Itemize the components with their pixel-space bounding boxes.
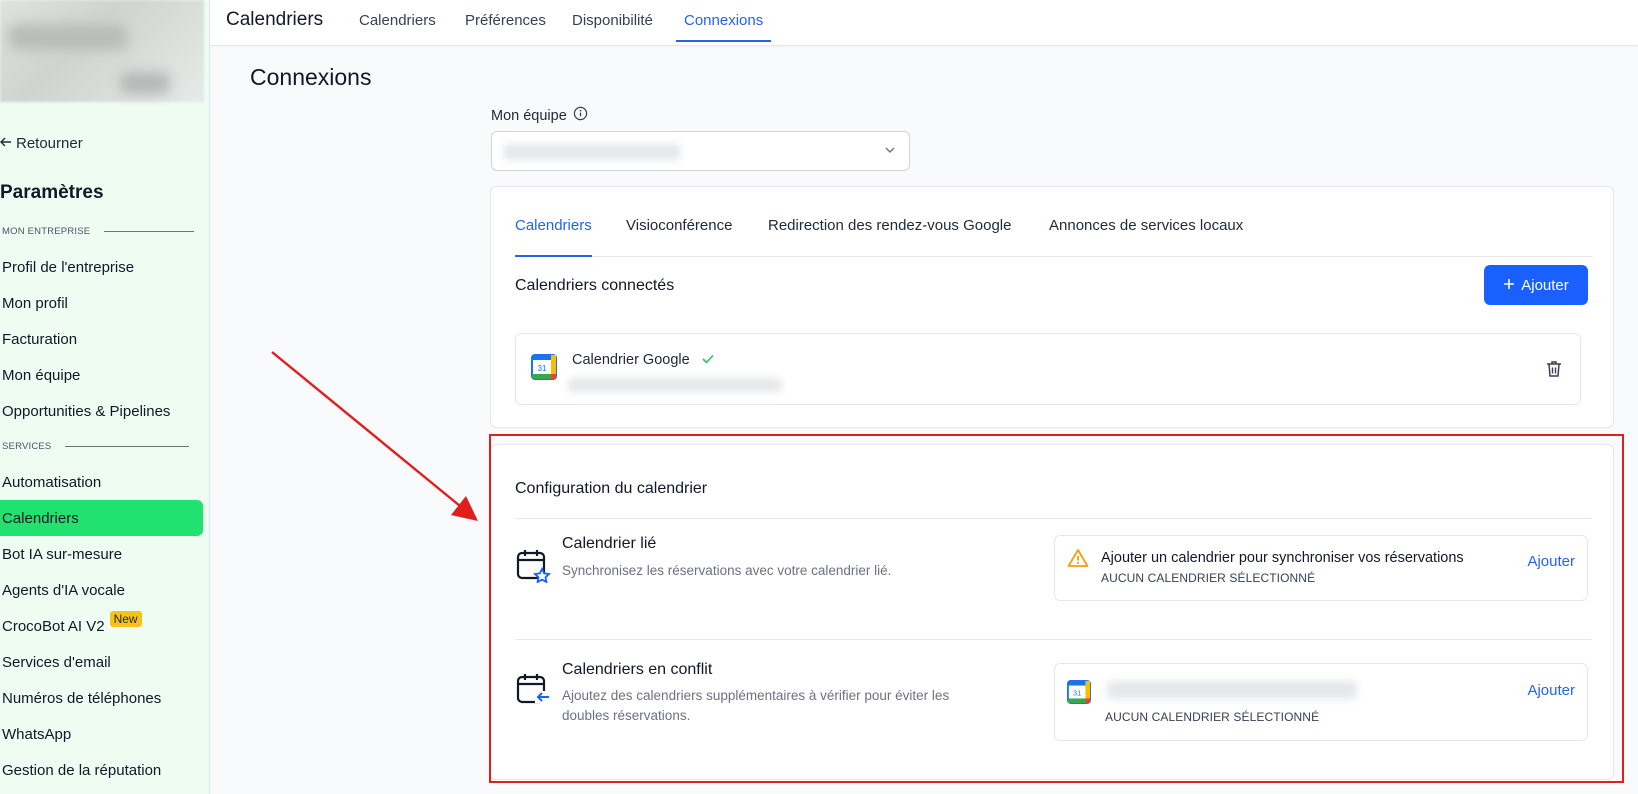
sidebar-item-my-team[interactable]: Mon équipe (0, 357, 203, 393)
module-title: Calendriers (226, 9, 324, 30)
sidebar-item-crocobot[interactable]: CrocoBot AI V2 New (0, 608, 203, 644)
top-bar: Calendriers Calendriers Préférences Disp… (210, 0, 1638, 46)
tab-availability[interactable]: Disponibilité (572, 12, 653, 42)
sidebar-item-automation[interactable]: Automatisation (0, 464, 203, 500)
tab-preferences[interactable]: Préférences (465, 12, 546, 42)
tab-card-google-redirect[interactable]: Redirection des rendez-vous Google (768, 217, 1011, 257)
sidebar-item-company-profile[interactable]: Profil de l'entreprise (0, 249, 203, 285)
back-label: Retourner (16, 135, 83, 152)
section-label-company: MON ENTREPRISE (2, 226, 195, 237)
tab-card-videoconference[interactable]: Visioconférence (626, 217, 732, 257)
calendar-name: Calendrier Google (572, 352, 714, 368)
team-label: Mon équipe (491, 106, 588, 125)
sidebar-item-pipelines[interactable]: Opportunities & Pipelines (0, 393, 203, 429)
arrow-left-icon (0, 135, 12, 152)
sidebar-item-email-services[interactable]: Services d'email (0, 644, 203, 680)
connected-calendar-row: 31 Calendrier Google (515, 333, 1581, 405)
chevron-down-icon (883, 143, 897, 162)
brand-logo-blurred (0, 0, 204, 102)
google-calendar-icon: 31 (531, 354, 557, 385)
sidebar-item-whatsapp[interactable]: WhatsApp (0, 716, 203, 752)
red-arrow-annotation (271, 351, 478, 521)
sidebar-item-custom-ai-bot[interactable]: Bot IA sur-mesure (0, 536, 203, 572)
sidebar-item-voice-agents[interactable]: Agents d'IA vocale (0, 572, 203, 608)
calendar-email-blurred (568, 378, 782, 392)
sidebar-item-phone-numbers[interactable]: Numéros de téléphones (0, 680, 203, 716)
new-badge: New (109, 611, 142, 627)
trash-icon[interactable] (1544, 359, 1564, 384)
back-link[interactable]: Retourner (0, 135, 83, 152)
sidebar-title: Paramètres (0, 182, 104, 203)
connections-tabs: Calendriers Visioconférence Redirection … (515, 217, 1593, 257)
add-calendar-button[interactable]: Ajouter (1484, 265, 1588, 305)
app-root: Retourner Paramètres MON ENTREPRISE Prof… (0, 0, 1638, 794)
connections-card: Calendriers Visioconférence Redirection … (490, 186, 1614, 428)
plus-icon (1503, 277, 1515, 294)
sidebar-item-reputation[interactable]: Gestion de la réputation (0, 752, 203, 788)
team-select[interactable] (491, 131, 910, 171)
tab-calendars[interactable]: Calendriers (359, 12, 436, 42)
team-select-value-blurred (504, 144, 680, 160)
svg-text:31: 31 (538, 364, 547, 373)
sidebar-item-calendars[interactable]: Calendriers (0, 500, 203, 536)
tab-connections[interactable]: Connexions (676, 12, 772, 42)
sidebar-item-my-profile[interactable]: Mon profil (0, 285, 203, 321)
section-label-services: SERVICES (2, 441, 190, 452)
connected-calendars-title: Calendriers connectés (515, 277, 675, 294)
highlight-annotation-box (489, 434, 1624, 783)
check-icon (702, 352, 714, 368)
page-title: Connexions (250, 64, 372, 90)
sidebar: Retourner Paramètres MON ENTREPRISE Prof… (0, 0, 210, 794)
info-icon[interactable] (573, 106, 588, 125)
tab-card-calendars[interactable]: Calendriers (515, 217, 592, 257)
tab-card-local-services[interactable]: Annonces de services locaux (1049, 217, 1243, 257)
sidebar-item-billing[interactable]: Facturation (0, 321, 203, 357)
